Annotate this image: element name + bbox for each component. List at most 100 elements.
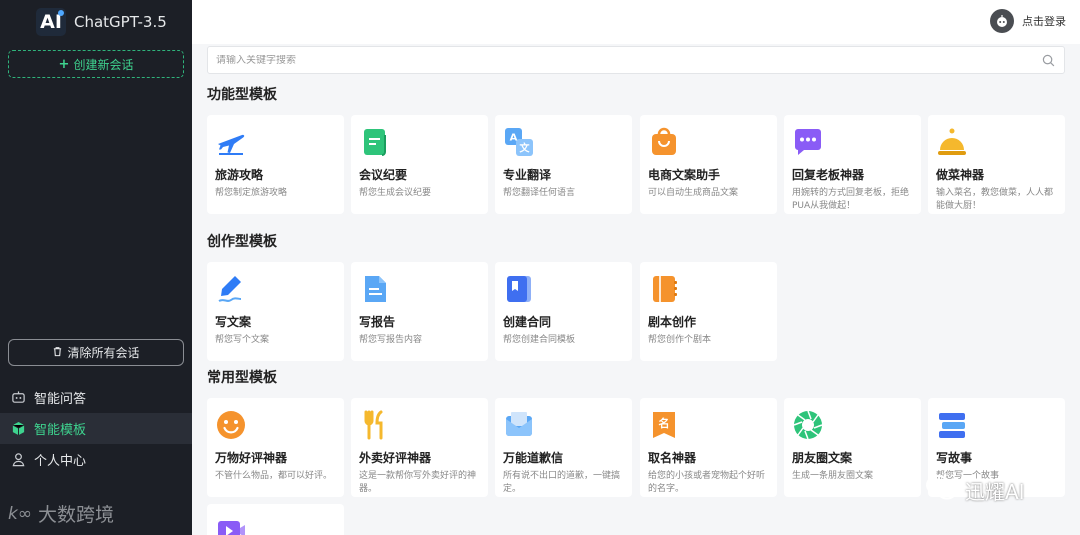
card-title: 旅游攻略 [215, 168, 264, 182]
svg-text:名: 名 [659, 416, 670, 430]
fork-knife-icon [359, 409, 391, 441]
sidebar-item-label: 智能模板 [34, 423, 87, 438]
card-title: 朋友圈文案 [792, 451, 853, 465]
template-card-report[interactable]: 写报告 帮您写报告内容 [351, 262, 488, 361]
login-label: 点击登录 [1022, 15, 1066, 28]
brand-title: ChatGPT-3.5 [74, 13, 167, 31]
notebook-icon [648, 273, 680, 305]
card-title: 取名神器 [648, 451, 697, 465]
report-icon [359, 273, 391, 305]
card-description: 用婉转的方式回复老板，拒绝PUA从我做起！ [792, 188, 910, 211]
card-description: 帮您创建合同模板 [503, 335, 576, 345]
airplane-icon [215, 126, 247, 158]
card-title: 做菜神器 [936, 168, 985, 182]
camera-shutter-icon [792, 409, 824, 441]
translate-icon: A文 [503, 126, 535, 158]
card-title: 万能道歉信 [503, 451, 564, 465]
template-card-review[interactable]: 万物好评神器 不管什么物品，都可以好评。 [207, 398, 344, 497]
template-card-apology[interactable]: 万能道歉信 所有说不出口的道歉，一键搞定。 [495, 398, 632, 497]
sidebar-item-qa[interactable]: 智能问答 [0, 382, 192, 413]
robot-icon [10, 390, 26, 406]
trash-icon [52, 346, 63, 360]
sidebar-item-profile[interactable]: 个人中心 [0, 444, 192, 475]
video-icon [215, 515, 247, 535]
top-header: 点击登录 [192, 0, 1080, 44]
card-description: 帮您创作个剧本 [648, 335, 712, 345]
template-card-contract[interactable]: 创建合同 帮您创建合同模板 [495, 262, 632, 361]
card-title: 外卖好评神器 [359, 451, 432, 465]
search-input[interactable] [216, 54, 1040, 66]
template-card-moments[interactable]: 朋友圈文案 生成一条朋友圈文案 [784, 398, 921, 497]
template-card-copywriting[interactable]: 写文案 帮您写个文案 [207, 262, 344, 361]
template-card-delivery-review[interactable]: 外卖好评神器 这是一款帮你写外卖好评的神器。 [351, 398, 488, 497]
template-card-meeting[interactable]: 会议纪要 帮您生成会议纪要 [351, 115, 488, 214]
card-description: 帮您写报告内容 [359, 335, 423, 345]
card-title: 会议纪要 [359, 168, 408, 182]
cloche-icon [936, 126, 968, 158]
brand-logo-text: AI [40, 11, 62, 33]
wechat-icon [925, 474, 959, 507]
section-title-functional: 功能型模板 [207, 87, 277, 103]
template-card-travel[interactable]: 旅游攻略 帮您制定旅游攻略 [207, 115, 344, 214]
new-chat-button[interactable]: + 创建新会话 [8, 50, 184, 78]
section-title-creative: 创作型模板 [207, 234, 277, 250]
template-card-cooking[interactable]: 做菜神器 输入菜名，教您做菜，人人都能做大厨！ [928, 115, 1065, 214]
card-description: 这是一款帮你写外卖好评的神器。 [359, 471, 477, 494]
smile-icon [215, 409, 247, 441]
template-card-translate[interactable]: A文 专业翻译 帮您翻译任何语言 [495, 115, 632, 214]
card-description: 给您的小孩或者宠物起个好听的名字。 [648, 471, 766, 494]
card-description: 可以自动生成商品文案 [648, 188, 739, 198]
envelope-icon [503, 409, 535, 441]
card-description: 帮您制定旅游攻略 [215, 188, 288, 198]
sidebar-item-templates[interactable]: 智能模板 [0, 413, 192, 444]
cube-icon [10, 421, 26, 437]
clear-chats-button[interactable]: 清除所有会话 [8, 339, 184, 366]
contract-icon [503, 273, 535, 305]
card-description: 帮您写个文案 [215, 335, 270, 345]
name-tag-icon: 名 [648, 409, 680, 441]
card-title: 剧本创作 [648, 315, 697, 329]
plus-icon: + [58, 56, 70, 72]
sidebar: AI ChatGPT-3.5 + 创建新会话 清除所有会话 智能问答 智能模板 [0, 0, 192, 535]
card-title: 写报告 [359, 315, 396, 329]
books-icon [936, 409, 968, 441]
card-title: 写故事 [936, 451, 973, 465]
search-bar [207, 46, 1065, 74]
watermark-left-text: 大数跨境 [38, 504, 115, 526]
template-card-video[interactable] [207, 504, 344, 535]
card-description: 输入菜名，教您做菜，人人都能做大厨！ [936, 188, 1054, 211]
card-description: 所有说不出口的道歉，一键搞定。 [503, 471, 621, 494]
watermark-right-text: 迅耀AI [965, 480, 1025, 504]
template-card-ecommerce[interactable]: 电商文案助手 可以自动生成商品文案 [640, 115, 777, 214]
new-chat-label: 创建新会话 [73, 57, 134, 72]
chat-bubble-icon [792, 126, 824, 158]
template-card-naming[interactable]: 名 取名神器 给您的小孩或者宠物起个好听的名字。 [640, 398, 777, 497]
brand-logo: AI [36, 8, 66, 36]
card-title: 写文案 [215, 315, 252, 329]
card-title: 万物好评神器 [215, 451, 288, 465]
card-title: 专业翻译 [503, 168, 552, 182]
brand[interactable]: AI ChatGPT-3.5 [36, 8, 167, 36]
avatar-icon [990, 9, 1014, 33]
watermark-right: 迅耀AI [925, 474, 1025, 507]
template-card-boss-reply[interactable]: 回复老板神器 用婉转的方式回复老板，拒绝PUA从我做起！ [784, 115, 921, 214]
watermark-left: k∞ 大数跨境 [8, 500, 114, 527]
pen-icon [215, 273, 247, 305]
svg-text:A: A [510, 133, 518, 144]
sidebar-item-label: 智能问答 [34, 392, 87, 407]
section-title-common: 常用型模板 [207, 370, 277, 386]
card-description: 帮您生成会议纪要 [359, 188, 432, 198]
svg-text:文: 文 [520, 142, 531, 155]
card-title: 创建合同 [503, 315, 552, 329]
search-icon[interactable] [1040, 52, 1056, 68]
clear-chats-label: 清除所有会话 [67, 346, 140, 360]
card-title: 电商文案助手 [648, 168, 721, 182]
card-description: 帮您翻译任何语言 [503, 188, 576, 198]
watermark-logo-icon: k∞ [8, 503, 33, 524]
sidebar-nav: 智能问答 智能模板 个人中心 [0, 382, 192, 475]
card-title: 回复老板神器 [792, 168, 865, 182]
login-button[interactable]: 点击登录 [990, 9, 1066, 33]
template-card-script[interactable]: 剧本创作 帮您创作个剧本 [640, 262, 777, 361]
document-icon [359, 126, 391, 158]
shopping-bag-icon [648, 126, 680, 158]
